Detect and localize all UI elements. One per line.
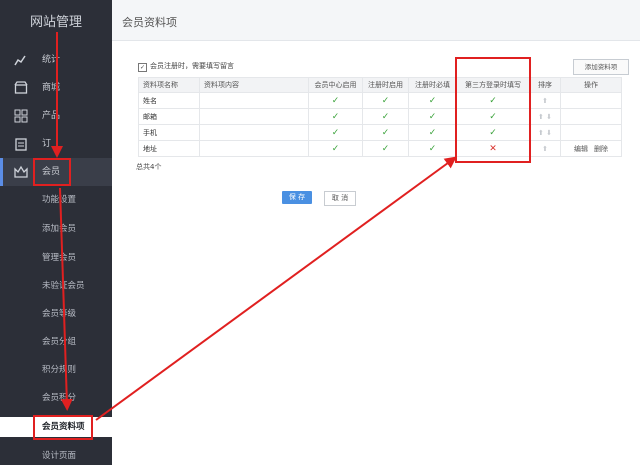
- cell-center: ✓: [308, 124, 363, 141]
- subnav-item[interactable]: 设计页面: [0, 446, 112, 466]
- active-indicator: [0, 158, 3, 186]
- nav-label: 商城: [42, 83, 61, 93]
- cell-sort[interactable]: ⬆ ⬇: [529, 124, 561, 141]
- nav-label: 统计: [42, 55, 61, 65]
- col-header: 排序: [529, 77, 561, 93]
- edit-link[interactable]: 编辑: [574, 145, 588, 153]
- cell-content: [199, 92, 309, 109]
- subnav-item[interactable]: 管理会员: [0, 248, 112, 268]
- add-field-button[interactable]: 添加资料项: [573, 59, 629, 75]
- cell-req: ✓: [408, 108, 457, 125]
- total-count: 总共4个: [136, 163, 162, 171]
- col-header: 注册时必填: [408, 77, 457, 93]
- cancel-button[interactable]: 取 消: [324, 191, 356, 206]
- chart-icon: [14, 53, 28, 67]
- cell-content: [199, 140, 309, 157]
- annotation-box-member: [33, 158, 71, 186]
- cell-sort[interactable]: ⬆: [529, 140, 561, 157]
- cell-ops: [560, 124, 622, 141]
- clipboard-icon: [14, 137, 28, 151]
- cell-reg: ✓: [362, 108, 409, 125]
- nav-item-order[interactable]: 订: [0, 130, 112, 158]
- fields-table: 资料项名称 资料项内容 会员中心启用 注册时启用 注册时必填 第三方登录时填写 …: [138, 77, 622, 157]
- col-header: 资料项名称: [138, 77, 200, 93]
- cell-name: 邮箱: [138, 108, 200, 125]
- cell-content: [199, 108, 309, 125]
- col-header: 注册时启用: [362, 77, 409, 93]
- brand-title: 网站管理: [29, 15, 82, 30]
- cell-ops: [560, 92, 622, 109]
- col-header: 资料项内容: [199, 77, 309, 93]
- cell-center: ✓: [308, 140, 363, 157]
- content-panel: ✓ 会员注册时，需要填写留言 添加资料项 资料项名称 资料项内容 会员中心启用 注…: [112, 41, 640, 465]
- table-row: 手机 ✓ ✓ ✓ ✓ ⬆ ⬇: [138, 124, 622, 141]
- nav-item-product[interactable]: 产品: [0, 102, 112, 130]
- annotation-box-member-fields: [33, 415, 93, 440]
- save-button[interactable]: 保 存: [282, 191, 312, 204]
- cell-ops: [560, 108, 622, 125]
- cell-req: ✓: [408, 140, 457, 157]
- table-row: 地址 ✓ ✓ ✓ ✕ ⬆ 编辑 删除: [138, 140, 622, 157]
- cell-content: [199, 124, 309, 141]
- subnav-item[interactable]: 会员积分: [0, 388, 112, 408]
- table-header: 资料项名称 资料项内容 会员中心启用 注册时启用 注册时必填 第三方登录时填写 …: [138, 77, 622, 93]
- col-header: 会员中心启用: [308, 77, 363, 93]
- page-title: 会员资料项: [122, 16, 177, 29]
- subnav-item[interactable]: 会员等级: [0, 304, 112, 324]
- cell-sort[interactable]: ⬆ ⬇: [529, 108, 561, 125]
- checkbox[interactable]: ✓: [138, 63, 147, 72]
- register-message-option[interactable]: ✓ 会员注册时，需要填写留言: [138, 61, 234, 72]
- cell-req: ✓: [408, 124, 457, 141]
- nav-item-stats[interactable]: 统计: [0, 46, 112, 74]
- table-row: 姓名 ✓ ✓ ✓ ✓ ⬆: [138, 92, 622, 109]
- cell-reg: ✓: [362, 140, 409, 157]
- col-header: 操作: [560, 77, 622, 93]
- cell-sort[interactable]: ⬆: [529, 92, 561, 109]
- cell-name: 手机: [138, 124, 200, 141]
- main-area: 会员资料项 ✓ 会员注册时，需要填写留言 添加资料项 资料项名称 资料项内容 会员…: [112, 0, 640, 465]
- subnav-item[interactable]: 积分规则: [0, 360, 112, 380]
- cell-reg: ✓: [362, 124, 409, 141]
- cell-req: ✓: [408, 92, 457, 109]
- cell-ops: 编辑 删除: [560, 140, 622, 157]
- sidebar: 网站管理 统计 商城 产品 订 会员 功能设置 添加会员 管理会员 未验证会员 …: [0, 0, 112, 465]
- subnav-item[interactable]: 会员分组: [0, 332, 112, 352]
- nav-item-shop[interactable]: 商城: [0, 74, 112, 102]
- cell-reg: ✓: [362, 92, 409, 109]
- table-row: 邮箱 ✓ ✓ ✓ ✓ ⬆ ⬇: [138, 108, 622, 125]
- cell-name: 地址: [138, 140, 200, 157]
- cell-name: 姓名: [138, 92, 200, 109]
- subnav-item[interactable]: 功能设置: [0, 190, 112, 210]
- shop-icon: [14, 81, 28, 95]
- delete-link[interactable]: 删除: [594, 145, 608, 153]
- nav-label: 产品: [42, 111, 61, 121]
- cell-center: ✓: [308, 108, 363, 125]
- nav-label: 订: [42, 139, 52, 149]
- annotation-box-third-party-column: [455, 57, 531, 163]
- cell-center: ✓: [308, 92, 363, 109]
- subnav-item[interactable]: 未验证会员: [0, 276, 112, 296]
- subnav-item[interactable]: 添加会员: [0, 219, 112, 239]
- grid-icon: [14, 109, 28, 123]
- crown-icon: [14, 165, 28, 179]
